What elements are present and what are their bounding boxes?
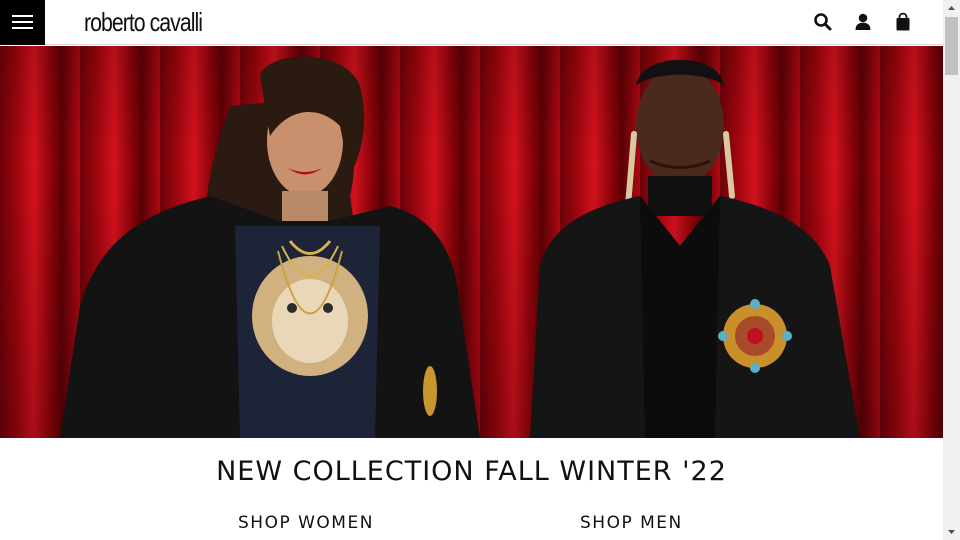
- shop-men-link[interactable]: SHOP MEN: [580, 512, 683, 534]
- male-model-figure: [530, 59, 860, 438]
- search-icon[interactable]: [813, 12, 833, 32]
- user-icon[interactable]: [853, 12, 873, 32]
- scroll-up-arrow-icon[interactable]: [943, 0, 960, 17]
- scroll-down-arrow-icon[interactable]: [943, 523, 960, 540]
- menu-icon-bar: [12, 27, 33, 29]
- menu-icon-bar: [12, 15, 33, 17]
- menu-button[interactable]: [0, 0, 45, 45]
- shop-women-link[interactable]: SHOP WOMEN: [238, 512, 374, 534]
- female-model-figure: [60, 56, 480, 438]
- collection-title: NEW COLLECTION FALL WINTER '22: [216, 456, 727, 487]
- site-header: roberto cavalli: [0, 0, 943, 45]
- bag-icon[interactable]: [893, 12, 913, 32]
- hero-image[interactable]: [0, 46, 943, 438]
- vertical-scrollbar[interactable]: [943, 0, 960, 540]
- scrollbar-thumb[interactable]: [945, 17, 958, 75]
- brand-logo[interactable]: roberto cavalli: [84, 6, 203, 38]
- menu-icon-bar: [12, 21, 33, 23]
